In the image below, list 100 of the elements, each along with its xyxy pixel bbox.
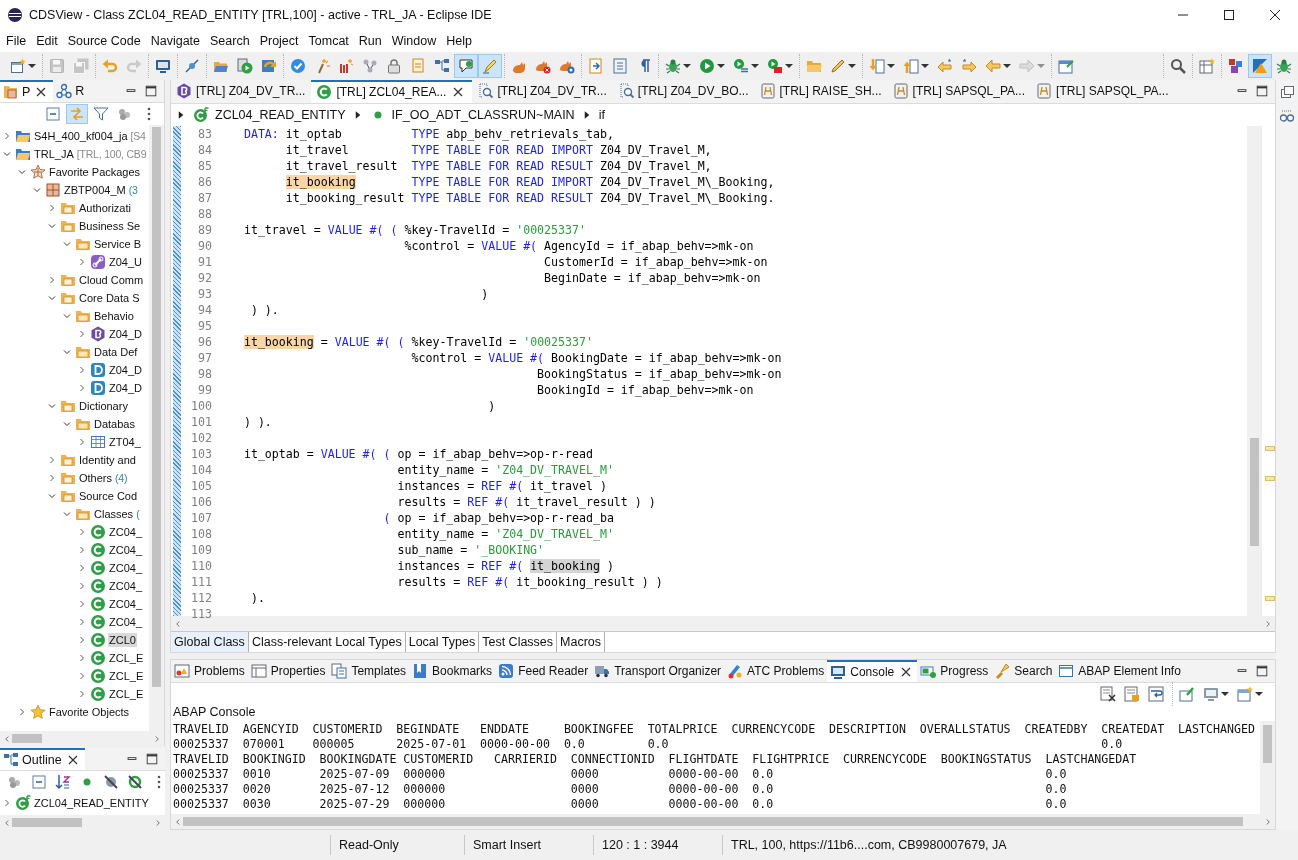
code-line: entity_name = 'Z04_DV_TRAVEL_M' [396,525,615,542]
tree-item[interactable]: Others [78,471,113,485]
line-number: 110 [190,557,212,574]
view-tab[interactable]: Console [827,660,918,682]
tree-item[interactable]: ZC04_ [108,561,144,575]
menu-item[interactable]: Source Code [62,34,146,48]
menu-item[interactable]: Run [353,34,387,48]
tree-item[interactable]: ZC04_ [108,543,144,557]
line-number: 83 [197,125,212,142]
tree-item[interactable]: Z04_D [108,327,144,341]
view-tab[interactable]: Problems [171,660,248,682]
tree-item[interactable]: Favorite Packages [48,165,142,179]
tree-item[interactable]: Data Def [93,345,139,359]
code-line: it_travel_result TYPE TABLE FOR READ RESULT Z04_DV_Travel_M, [284,157,713,174]
line-number: 100 [190,397,212,414]
editor-tab[interactable]: [TRL] ZCL04_REA... [311,80,473,103]
view-tab[interactable]: Templates [328,660,410,682]
editor-tab[interactable]: [TRL] SAPSQL_PA... [887,80,1032,103]
code-line: ). [249,589,266,606]
editor-page-tab[interactable]: Global Class [171,632,249,652]
menu-item[interactable]: Search [205,34,255,48]
tree-item[interactable]: Core Data S [78,291,141,305]
tree-item[interactable]: ZCL_E [108,687,145,701]
editor-tab[interactable]: [TRL] Z04_DV_BO... [612,80,755,103]
editor-tab[interactable]: [TRL] RAISE_SH... [754,80,888,103]
tree-item[interactable]: Cloud Comm [78,273,145,287]
tree-item[interactable]: ZCL04_READ_ENTITY [33,796,150,810]
code-line: sub_name = '_BOOKING' [396,541,546,558]
tree-item[interactable]: Source Cod [78,489,139,503]
breadcrumb-item[interactable]: if [598,107,605,122]
tree-item[interactable]: ZC04_ [108,525,144,539]
tree-item[interactable]: Z04_D [108,381,144,395]
editor-page-tab[interactable]: Test Classes [479,632,558,652]
tree-item[interactable]: ZC04_ [108,597,144,611]
line-number: 93 [197,285,212,302]
tree-item[interactable]: ZCL0 [108,633,137,647]
tree-item[interactable]: Z04_D [108,363,144,377]
view-tab[interactable]: P [22,85,31,99]
line-number: 98 [197,365,212,382]
code-line: %control = VALUE #( BookingDate = if_abap_behv=>mk-on [410,349,783,366]
editor-page-tab[interactable]: Local Types [405,632,480,652]
tree-item[interactable]: Business Se [78,219,142,233]
view-tab[interactable]: Properties [247,660,329,682]
item-detail: [S4 [130,130,146,142]
view-tab[interactable]: ATC Problems [724,660,828,682]
tree-item[interactable]: Authorizati [78,201,132,215]
line-number: 97 [197,349,212,366]
view-tab[interactable]: Progress [917,660,992,682]
menu-item[interactable]: Window [386,34,442,48]
console-line: 00025337 0030 2025-07-29 000000 0000 0000-00-00 0.0 0.0 [173,797,1068,812]
status-field: TRL, 100, https://11b6....com, CB9980007679, JA [722,835,1015,855]
view-tab[interactable]: ABAP Element Info [1055,660,1184,682]
tree-item[interactable]: Classes [93,507,135,521]
view-tab[interactable]: Transport Organizer [591,660,725,682]
line-number: 95 [197,317,212,334]
line-number: 96 [197,333,212,350]
tree-item[interactable]: S4H_400_kf004_ja [33,129,129,143]
view-tab[interactable]: Search [991,660,1056,682]
editor-tab[interactable]: [TRL] Z04_DV_TR... [171,80,312,103]
menu-item[interactable]: Help [441,34,477,48]
menu-item[interactable]: Tomcat [303,34,354,48]
menu-item[interactable]: File [1,34,32,48]
tree-item[interactable]: ZCL_E [108,651,145,665]
tree-item[interactable]: ZC04_ [108,615,144,629]
tree-item[interactable]: Behavio [93,309,135,323]
tree-item[interactable]: ZC04_ [108,579,144,593]
editor-tab[interactable]: [TRL] Z04_DV_TR... [472,80,613,103]
line-number: 90 [197,237,212,254]
item-detail: (4) [115,472,128,484]
tree-item[interactable]: ZBTP004_M [63,183,127,197]
menu-item[interactable]: Project [254,34,304,48]
tree-item[interactable]: Identity and [78,453,137,467]
tree-item[interactable]: Dictionary [78,399,129,413]
line-number: 101 [190,413,212,430]
editor-page-tab[interactable]: Class-relevant Local Types [248,632,406,652]
code-line: ) ). [249,301,280,318]
line-number: 103 [190,445,212,462]
tree-item[interactable]: Databas [93,417,136,431]
breadcrumb-item[interactable]: ZCL04_READ_ENTITY [215,107,346,122]
line-number: 109 [190,541,212,558]
line-number: 92 [197,269,212,286]
line-number: 107 [190,509,212,526]
line-number: 94 [197,301,212,318]
code-line: it_booking TYPE TABLE FOR READ IMPORT Z04_DV_Travel_M\_Booking, [284,173,776,190]
editor-tab[interactable]: [TRL] SAPSQL_PA... [1031,80,1175,103]
editor-page-tab[interactable]: Macros [557,632,606,652]
view-tab[interactable]: R [75,84,85,98]
code-line: %control = VALUE #( AgencyId = if_abap_behv=>mk-on [403,237,755,254]
tree-item[interactable]: ZT04_ [108,435,142,449]
view-tab[interactable]: Feed Reader [495,660,592,682]
view-tab[interactable]: Bookmarks [409,660,496,682]
breadcrumb-item[interactable]: IF_OO_ADT_CLASSRUN~MAIN [391,107,575,122]
tree-item[interactable]: Favorite Objects [48,705,131,719]
tree-item[interactable]: Z04_U [108,255,144,269]
tree-item[interactable]: ZCL_E [108,669,145,683]
tree-item[interactable]: Service B [93,237,143,251]
menu-item[interactable]: Navigate [145,34,205,48]
tree-item[interactable]: TRL_JA [33,147,75,161]
menu-item[interactable]: Edit [31,34,63,48]
line-number: 104 [190,461,212,478]
